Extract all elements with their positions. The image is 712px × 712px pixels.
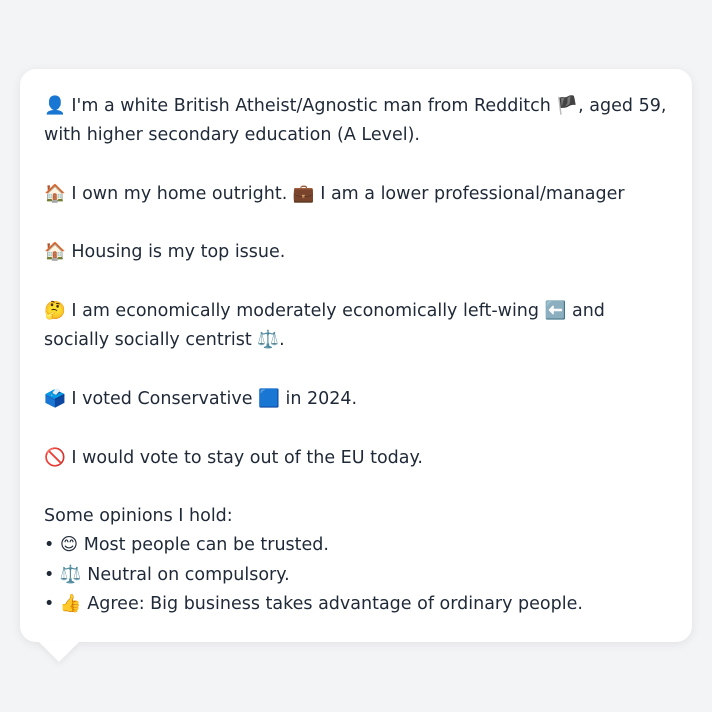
vote-text: I voted Conservative <box>71 388 253 409</box>
eu-text: I would vote to stay out of the EU today… <box>71 447 423 468</box>
ideology-line: 🤔 I am economically moderately economica… <box>44 297 668 356</box>
prohibited-icon: 🚫 <box>44 447 66 468</box>
opinions-heading: Some opinions I hold: <box>44 506 233 527</box>
ideology-period: . <box>279 330 285 351</box>
home-text: I own my home outright. <box>71 183 288 204</box>
identity-line: 👤 I'm a white British Atheist/Agnostic m… <box>44 92 668 151</box>
opinion-text: Agree: Big business takes advantage of o… <box>87 594 583 615</box>
person-icon: 👤 <box>44 96 66 116</box>
bullet: • <box>44 535 55 556</box>
list-item: • 😊 Most people can be trusted. <box>44 531 668 560</box>
house-icon: 🏠 <box>44 183 66 204</box>
left-arrow-icon: ⬅️ <box>544 301 567 322</box>
bubble-tail <box>39 642 79 662</box>
opinion-text: Most people can be trusted. <box>83 535 329 556</box>
house-icon: 🏠 <box>44 242 66 263</box>
vote-text-2: in 2024. <box>285 388 358 409</box>
balance-scale-icon: ⚖️ <box>257 330 280 351</box>
bullet: • <box>44 564 55 585</box>
ballot-box-icon: 🗳️ <box>44 388 66 409</box>
smiling-face-icon: 😊 <box>59 535 79 556</box>
england-flag-icon: 🏴 <box>556 96 579 116</box>
vote-line: 🗳️ I voted Conservative 🟦 in 2024. <box>44 385 668 414</box>
ideology-text: I am economically moderately economicall… <box>71 301 540 322</box>
identity-text: I'm a white British Atheist/Agnostic man… <box>71 96 551 116</box>
issue-text: Housing is my top issue. <box>71 242 286 263</box>
briefcase-icon: 💼 <box>292 183 315 204</box>
issue-line: 🏠 Housing is my top issue. <box>44 238 668 267</box>
job-text: I am a lower professional/manager <box>320 183 625 204</box>
list-item: • 👍 Agree: Big business takes advantage … <box>44 590 668 619</box>
opinion-text: Neutral on compulsory. <box>87 564 290 585</box>
profile-message-bubble: 👤 I'm a white British Atheist/Agnostic m… <box>20 69 692 642</box>
home-line: 🏠 I own my home outright. 💼 I am a lower… <box>44 180 668 209</box>
bullet: • <box>44 594 55 615</box>
thinking-face-icon: 🤔 <box>44 301 66 322</box>
eu-line: 🚫 I would vote to stay out of the EU tod… <box>44 444 668 473</box>
thumbs-up-icon: 👍 <box>59 594 82 615</box>
opinions-list: • 😊 Most people can be trusted. • ⚖️ Neu… <box>44 531 668 619</box>
balance-scale-icon: ⚖️ <box>59 564 82 585</box>
blue-square-icon: 🟦 <box>258 388 280 409</box>
list-item: • ⚖️ Neutral on compulsory. <box>44 561 668 590</box>
